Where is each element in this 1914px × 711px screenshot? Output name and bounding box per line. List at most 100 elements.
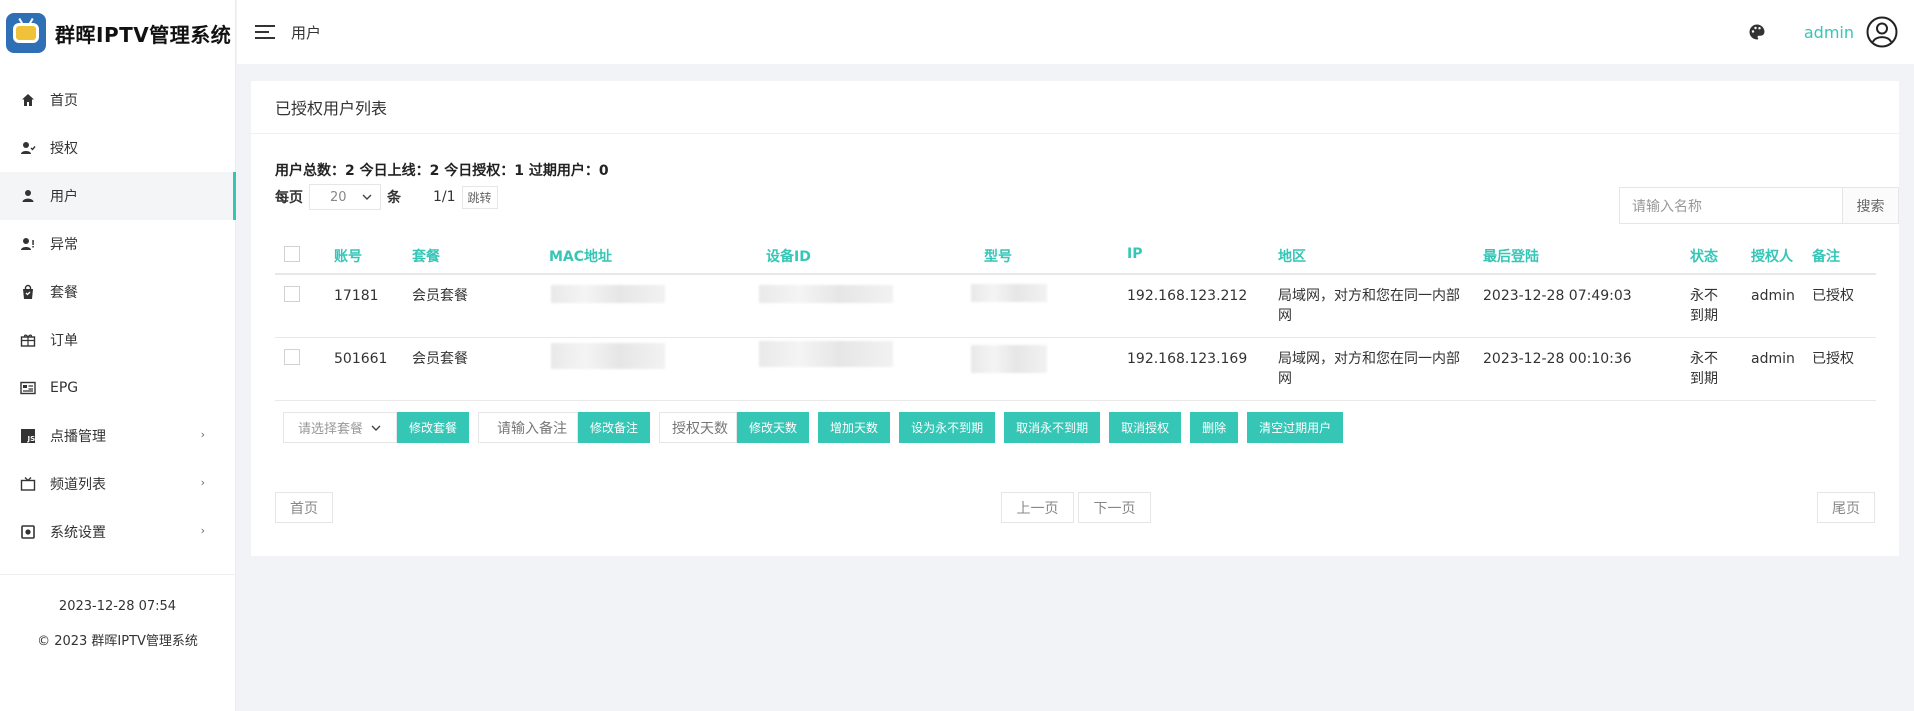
svg-text:JS: JS <box>27 435 36 443</box>
cell-note: 已授权 <box>1812 288 1854 304</box>
cell-account: 17181 <box>334 288 379 304</box>
col-model[interactable]: 型号 <box>984 246 1012 266</box>
sidebar-item-label: 点播管理 <box>50 429 106 445</box>
note-input[interactable]: 请输入备注 <box>478 412 579 443</box>
sidebar-item-label: 订单 <box>50 333 78 349</box>
sidebar-item-label: EPG <box>50 380 79 396</box>
set-permanent-button[interactable]: 设为永不到期 <box>899 412 996 443</box>
col-authorizer[interactable]: 授权人 <box>1751 246 1793 266</box>
row-checkbox[interactable] <box>284 349 300 365</box>
col-note[interactable]: 备注 <box>1812 246 1840 266</box>
days-input[interactable]: 授权天数 <box>659 412 738 443</box>
breadcrumb: 用户 <box>291 23 322 42</box>
delete-button[interactable]: 删除 <box>1190 412 1239 443</box>
jump-button[interactable]: 跳转 <box>461 185 498 209</box>
bulk-actions: 请选择套餐 修改套餐 请输入备注 修改备注 授权天数 修改天数 增加天数 设为永… <box>283 412 1344 443</box>
search-button[interactable]: 搜索 <box>1843 187 1899 224</box>
col-mac[interactable]: MAC地址 <box>549 246 612 266</box>
sidebar-item-vod[interactable]: JS 点播管理 › <box>0 412 235 460</box>
table-row[interactable]: 501661 会员套餐 192.168.123.169 局域网，对方和您在同一内… <box>275 338 1876 401</box>
sidebar-item-label: 系统设置 <box>50 525 106 541</box>
sidebar-menu: 首页 授权 用户 异常 套餐 订单 EPG JS 点播管理 › 频道列表 › 系… <box>0 76 236 556</box>
chevron-down-icon <box>371 425 381 431</box>
sidebar-item-label: 套餐 <box>50 285 78 301</box>
sidebar-item-settings[interactable]: 系统设置 › <box>0 508 235 556</box>
user-stats: 用户总数：2 今日上线：2 今日授权：1 过期用户：0 <box>275 163 609 179</box>
cell-device-id-redacted <box>759 285 893 303</box>
user-icon <box>20 188 36 204</box>
modify-package-button[interactable]: 修改套餐 <box>397 412 470 443</box>
col-status[interactable]: 状态 <box>1690 246 1718 266</box>
sidebar-item-channels[interactable]: 频道列表 › <box>0 460 235 508</box>
palette-icon[interactable] <box>1748 23 1766 41</box>
header-right: admin <box>1748 0 1898 64</box>
cell-device-id-redacted <box>759 341 893 367</box>
user-check-icon <box>20 140 36 156</box>
clear-expired-button[interactable]: 清空过期用户 <box>1247 412 1344 443</box>
prev-page-button[interactable]: 上一页 <box>1001 492 1074 523</box>
sidebar-item-label: 首页 <box>50 93 78 109</box>
cell-authorizer: admin <box>1751 288 1795 304</box>
select-all-checkbox[interactable] <box>284 246 300 262</box>
cell-ip: 192.168.123.169 <box>1127 351 1248 367</box>
modify-days-button[interactable]: 修改天数 <box>737 412 810 443</box>
col-ip[interactable]: IP <box>1127 246 1142 262</box>
search-box: 请输入名称 搜索 <box>1619 187 1899 224</box>
chevron-right-icon: › <box>200 524 205 537</box>
modify-note-button[interactable]: 修改备注 <box>578 412 651 443</box>
row-checkbox[interactable] <box>284 286 300 302</box>
per-page-select[interactable]: 20 <box>309 184 381 210</box>
cell-last-login: 2023-12-28 07:49:03 <box>1483 288 1632 304</box>
col-package[interactable]: 套餐 <box>412 246 440 266</box>
cell-ip: 192.168.123.212 <box>1127 288 1248 304</box>
card-title: 已授权用户列表 <box>251 81 1899 134</box>
cell-mac-redacted <box>551 285 665 303</box>
col-device-id[interactable]: 设备ID <box>766 246 811 266</box>
app-logo <box>6 13 46 53</box>
add-days-button[interactable]: 增加天数 <box>818 412 891 443</box>
search-input[interactable]: 请输入名称 <box>1619 187 1843 224</box>
table-header: 账号 套餐 MAC地址 设备ID 型号 IP 地区 最后登陆 状态 授权人 备注 <box>275 233 1876 275</box>
sidebar-item-label: 用户 <box>50 189 78 205</box>
sidebar-item-packages[interactable]: 套餐 <box>0 268 235 316</box>
per-page-label: 每页 <box>275 190 303 206</box>
chevron-right-icon: › <box>200 476 205 489</box>
last-page-button[interactable]: 尾页 <box>1817 492 1875 523</box>
sidebar-item-orders[interactable]: 订单 <box>0 316 235 364</box>
table-row[interactable]: 17181 会员套餐 192.168.123.212 局域网，对方和您在同一内部… <box>275 275 1876 338</box>
cell-note: 已授权 <box>1812 351 1854 367</box>
cell-package: 会员套餐 <box>412 351 468 367</box>
sidebar-item-abnormal[interactable]: 异常 <box>0 220 235 268</box>
col-account[interactable]: 账号 <box>334 246 362 266</box>
gift-icon <box>20 332 36 348</box>
home-icon <box>20 92 36 108</box>
col-last-login[interactable]: 最后登陆 <box>1483 246 1539 266</box>
per-page-value: 20 <box>330 189 347 205</box>
menu-toggle-icon[interactable] <box>255 25 275 39</box>
cell-status: 永不到期 <box>1690 288 1718 324</box>
sidebar-footer: 2023-12-28 07:54 © 2023 群晖IPTV管理系统 <box>0 574 235 649</box>
first-page-button[interactable]: 首页 <box>275 492 333 523</box>
admin-username[interactable]: admin <box>1804 23 1854 42</box>
sidebar-item-authorize[interactable]: 授权 <box>0 124 235 172</box>
cell-status: 永不到期 <box>1690 351 1718 387</box>
package-select[interactable]: 请选择套餐 <box>283 412 397 443</box>
sidebar-item-users[interactable]: 用户 <box>0 172 236 220</box>
sidebar-item-label: 频道列表 <box>50 477 106 493</box>
top-header: 用户 admin <box>237 0 1914 64</box>
footer-copyright: © 2023 群晖IPTV管理系统 <box>37 634 198 649</box>
user-list-card: 已授权用户列表 用户总数：2 今日上线：2 今日授权：1 过期用户：0 每页 2… <box>251 81 1899 556</box>
sidebar-item-epg[interactable]: EPG <box>0 364 235 412</box>
col-region[interactable]: 地区 <box>1278 246 1306 266</box>
user-warning-icon <box>20 236 36 252</box>
cell-mac-redacted <box>551 343 665 369</box>
sidebar-item-home[interactable]: 首页 <box>0 76 235 124</box>
next-page-button[interactable]: 下一页 <box>1078 492 1151 523</box>
cell-model-redacted <box>971 284 1047 302</box>
cancel-permanent-button[interactable]: 取消永不到期 <box>1004 412 1101 443</box>
chevron-right-icon: › <box>200 428 205 441</box>
cancel-auth-button[interactable]: 取消授权 <box>1109 412 1182 443</box>
user-avatar-icon[interactable] <box>1866 16 1898 48</box>
tv-icon <box>20 476 36 492</box>
brand[interactable]: 群晖IPTV管理系统 <box>0 0 235 66</box>
